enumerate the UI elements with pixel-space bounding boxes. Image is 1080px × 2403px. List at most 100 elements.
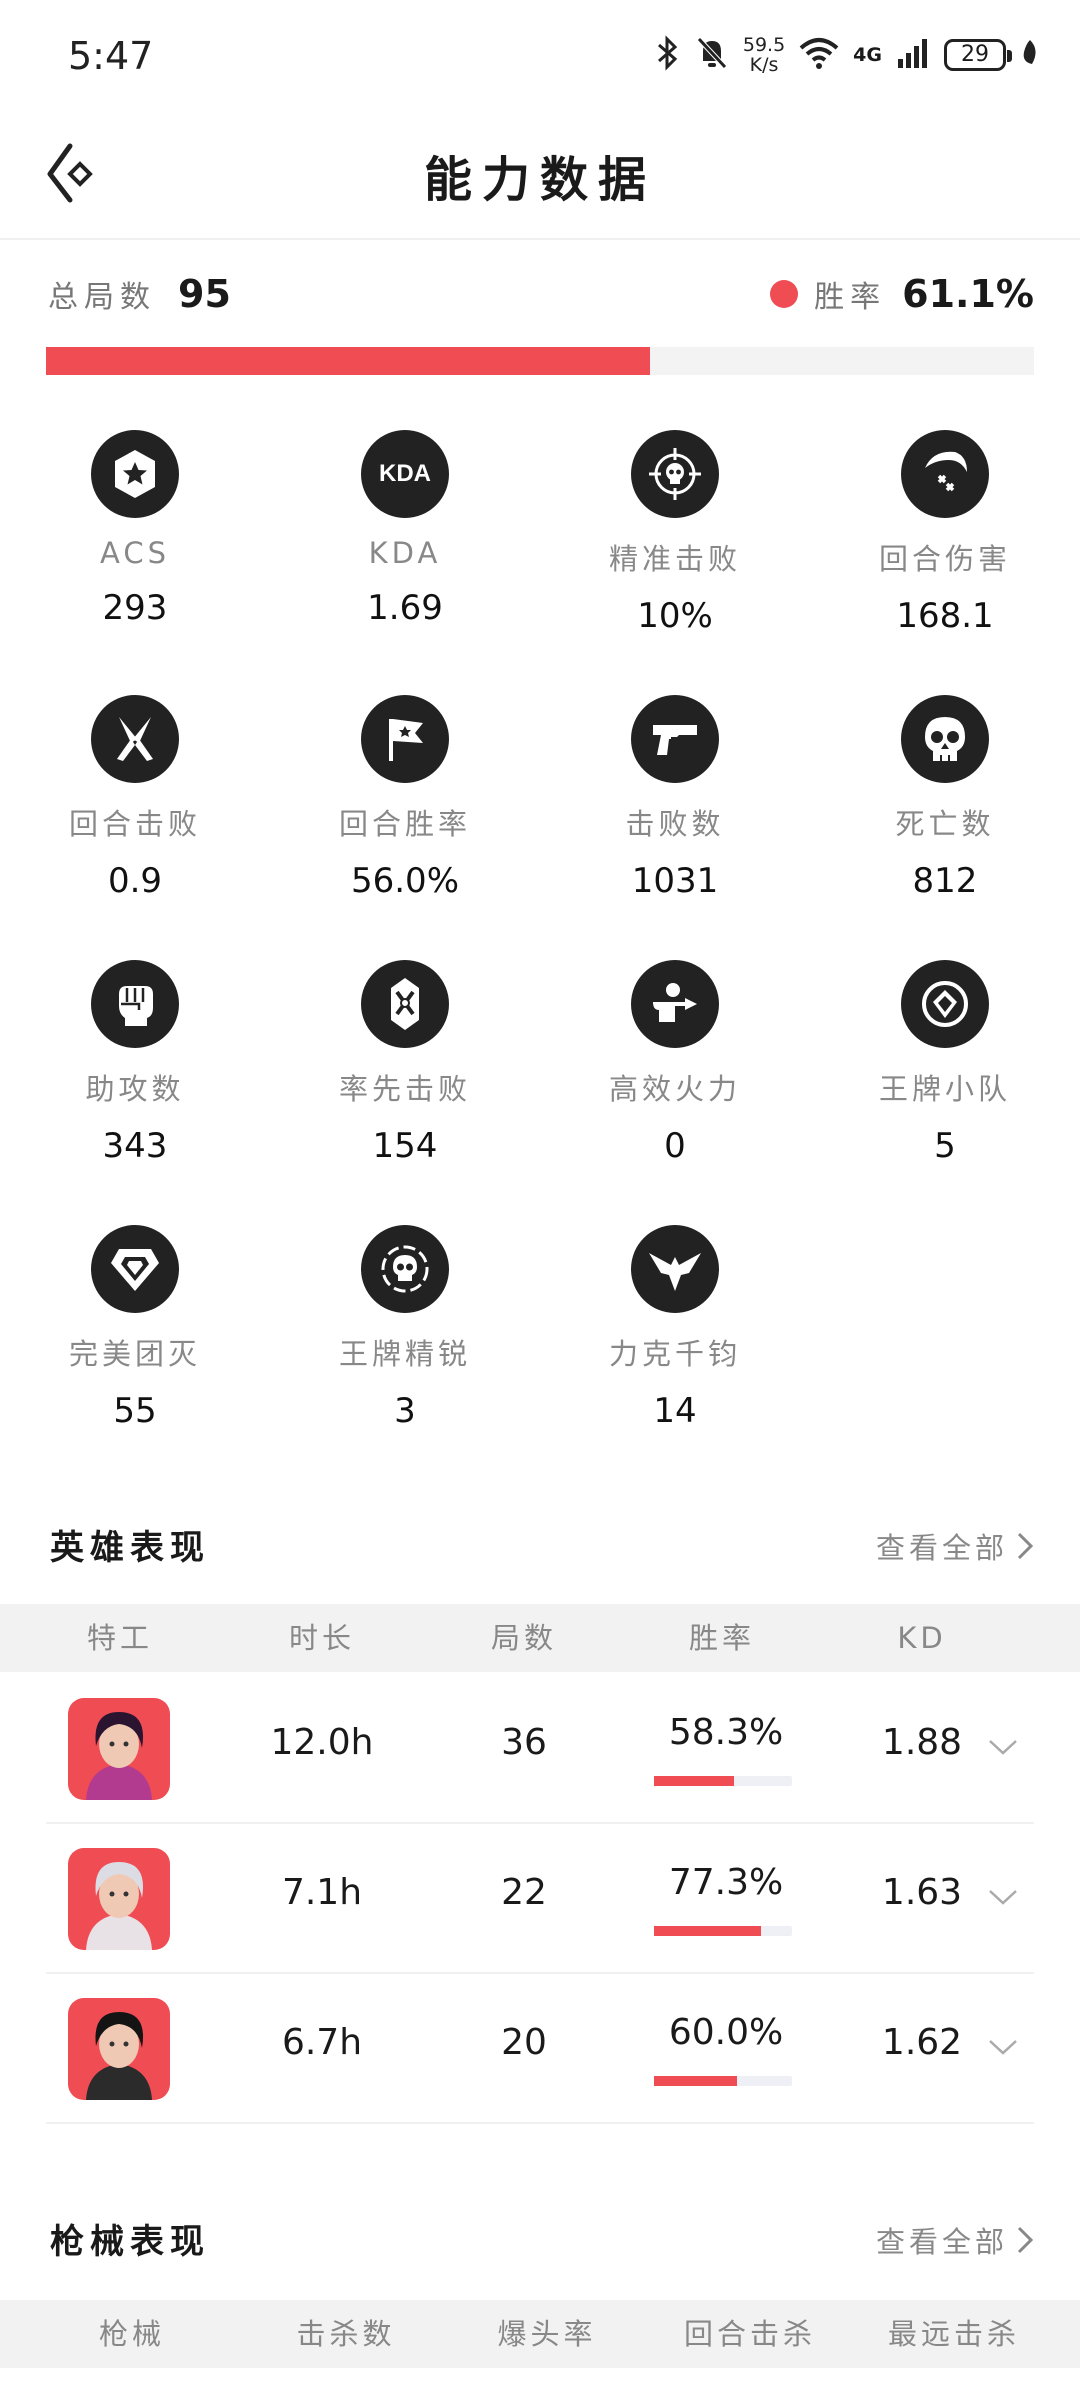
battery-indicator: 29	[944, 39, 1012, 71]
col-winrate: 胜率	[688, 1621, 755, 1655]
total-games-value: 95	[178, 272, 231, 316]
stat-label: 助攻数	[85, 1072, 185, 1106]
col-longest-kill: 最远击杀	[887, 2317, 1020, 2351]
total-games: 总局数 95	[48, 272, 231, 316]
star-badge-icon	[91, 430, 179, 518]
winrate-cell: 60.0%	[668, 2012, 784, 2053]
hero-section-title: 英雄表现	[50, 1528, 210, 1568]
col-kd: KD	[897, 1621, 947, 1655]
agent-avatar	[68, 1848, 170, 1950]
col-agent: 特工	[86, 1621, 153, 1655]
hero-table-header: 特工 时长 局数 胜率 KD	[0, 1604, 1080, 1672]
stat-item: 回合伤害 168.1	[810, 430, 1080, 636]
weapon-view-all-label: 查看全部	[875, 2225, 1008, 2259]
stat-item: 回合胜率 56.0%	[270, 695, 540, 901]
stat-label: 击败数	[625, 807, 725, 841]
stat-label: 王牌小队	[878, 1072, 1011, 1106]
hero-table-row[interactable]: 6.7h 20 60.0% 1.62	[46, 1972, 1034, 2124]
page-title: 能力数据	[423, 152, 656, 208]
crosshair-skull-icon	[631, 430, 719, 518]
stat-label: 完美团灭	[68, 1337, 201, 1371]
leaf-icon	[1020, 38, 1040, 72]
agent-portrait-icon	[68, 1848, 170, 1950]
duration-cell: 7.1h	[281, 1872, 363, 1913]
mute-bell-icon	[695, 35, 729, 75]
winrate-bar	[654, 2076, 792, 2086]
stat-value: 0	[664, 1126, 686, 1166]
winrate-bar	[654, 1926, 792, 1936]
battery-level: 29	[961, 42, 989, 67]
duration-cell: 12.0h	[270, 1722, 374, 1763]
stat-item: 死亡数 812	[810, 695, 1080, 901]
winrate-bar-fill	[654, 1776, 735, 1786]
overall-winrate: 胜率 61.1%	[770, 272, 1034, 316]
crossed-blades-icon	[91, 695, 179, 783]
stat-label: 率先击败	[338, 1072, 471, 1106]
stat-value: 0.9	[107, 861, 163, 901]
status-time: 5:47	[68, 34, 154, 78]
stat-label: 回合胜率	[338, 807, 471, 841]
weapon-table-header: 枪械 击杀数 爆头率 回合击杀 最远击杀	[0, 2300, 1080, 2368]
agent-portrait-icon	[68, 1998, 170, 2100]
stat-label: 力克千钧	[608, 1337, 741, 1371]
weapon-section-title: 枪械表现	[50, 2222, 210, 2262]
stat-value: 293	[102, 588, 168, 628]
agent-avatar	[68, 1998, 170, 2100]
elite-skull-icon	[361, 1225, 449, 1313]
winrate-cell: 77.3%	[668, 1862, 784, 1903]
games-cell: 20	[501, 2022, 547, 2063]
total-games-label: 总局数	[48, 280, 156, 315]
hero-table-row[interactable]: 7.1h 22 77.3% 1.63	[46, 1822, 1034, 1974]
stat-label: KDA	[368, 536, 442, 570]
network-type: 4G	[853, 44, 882, 66]
stat-value: 812	[912, 861, 978, 901]
net-speed: 59.5 K/s	[743, 35, 785, 75]
winrate-progress-bar	[46, 347, 1034, 375]
stat-item: 高效火力 0	[540, 960, 810, 1166]
col-kills: 击杀数	[296, 2317, 396, 2351]
chevron-down-icon[interactable]	[986, 1730, 1020, 1764]
chevron-right-icon	[1017, 1532, 1034, 1560]
stat-item: 回合击败 0.9	[0, 695, 270, 901]
stat-item: ACS 293	[0, 430, 270, 628]
stat-label: 王牌精锐	[338, 1337, 471, 1371]
stat-item: 率先击败 154	[270, 960, 540, 1166]
status-bar: 5:47 59.5 K/s 4G 29	[0, 0, 1080, 110]
stat-item: 完美团灭 55	[0, 1225, 270, 1431]
col-round-kills: 回合击杀	[683, 2317, 816, 2351]
stat-value: 55	[113, 1391, 157, 1431]
bluetooth-icon	[655, 35, 681, 75]
eagle-icon	[631, 1225, 719, 1313]
kda-icon: KDA	[361, 430, 449, 518]
hero-table-row[interactable]: 12.0h 36 58.3% 1.88	[46, 1672, 1034, 1824]
kda-icon-text: KDA	[379, 460, 431, 487]
hero-view-all-link[interactable]: 查看全部	[876, 1525, 1036, 1567]
games-cell: 22	[501, 1872, 547, 1913]
wifi-icon	[799, 36, 839, 74]
col-duration: 时长	[288, 1621, 355, 1655]
winrate-bar	[654, 1776, 792, 1786]
kd-cell: 1.63	[881, 1872, 963, 1913]
stat-value: 168.1	[896, 596, 994, 636]
net-speed-unit: K/s	[749, 54, 779, 76]
chevron-down-icon[interactable]	[986, 2030, 1020, 2064]
winrate-label: 胜率	[814, 280, 887, 315]
ace-squad-icon	[901, 960, 989, 1048]
winrate-cell: 58.3%	[668, 1712, 784, 1753]
winrate-bar-fill	[654, 1926, 761, 1936]
chevron-right-icon	[1017, 2226, 1034, 2254]
slash-damage-icon	[901, 430, 989, 518]
kd-cell: 1.62	[881, 2022, 963, 2063]
winrate-progress-fill	[46, 347, 650, 375]
weapon-view-all-link[interactable]: 查看全部	[876, 2219, 1036, 2261]
fist-icon	[91, 960, 179, 1048]
stat-item: KDA KDA 1.69	[270, 430, 540, 628]
chevron-down-icon[interactable]	[986, 1880, 1020, 1914]
signal-icon	[896, 37, 930, 73]
winrate-bar-fill	[654, 2076, 737, 2086]
stat-value: 1.69	[367, 588, 443, 628]
stat-item: 王牌小队 5	[810, 960, 1080, 1166]
winrate-value: 61.1%	[902, 272, 1034, 316]
stat-value: 5	[934, 1126, 956, 1166]
page-header: 能力数据	[0, 110, 1080, 240]
